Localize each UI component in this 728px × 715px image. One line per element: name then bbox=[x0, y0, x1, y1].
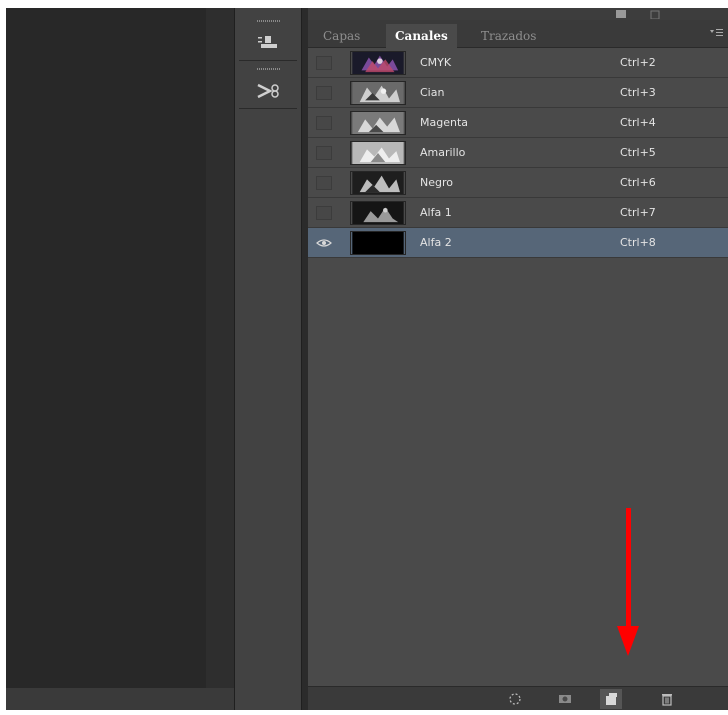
strip-separator bbox=[239, 60, 297, 61]
load-selection-icon[interactable] bbox=[504, 689, 526, 709]
annotation-arrow bbox=[617, 508, 639, 656]
channel-row-magenta[interactable]: Magenta Ctrl+4 bbox=[308, 108, 728, 138]
channel-thumbnail bbox=[350, 111, 406, 135]
channel-name: Negro bbox=[420, 176, 453, 189]
channel-name: CMYK bbox=[420, 56, 452, 69]
channel-shortcut: Ctrl+7 bbox=[620, 206, 656, 219]
visibility-toggle[interactable] bbox=[316, 146, 332, 160]
new-doc-icon[interactable] bbox=[614, 9, 628, 19]
panel-tabs: Capas Canales Trazados bbox=[308, 20, 728, 48]
visibility-toggle[interactable] bbox=[316, 176, 332, 190]
document-canvas[interactable] bbox=[6, 8, 206, 688]
visibility-toggle[interactable] bbox=[316, 86, 332, 100]
panel-dock-header bbox=[308, 8, 728, 20]
canvas-gutter bbox=[206, 8, 234, 688]
channel-shortcut: Ctrl+2 bbox=[620, 56, 656, 69]
save-selection-mask-icon[interactable] bbox=[554, 689, 576, 709]
visibility-toggle[interactable] bbox=[316, 206, 332, 220]
screenshot-border-top bbox=[0, 0, 728, 8]
channel-name: Alfa 1 bbox=[420, 206, 452, 219]
channel-thumbnail bbox=[350, 51, 406, 75]
channel-thumbnail bbox=[350, 81, 406, 105]
channel-thumbnail bbox=[350, 141, 406, 165]
panel-menu-icon[interactable] bbox=[708, 26, 724, 40]
channels-panel: Capas Canales Trazados CMYK Ctrl+2 Cian … bbox=[308, 8, 728, 710]
strip-grip[interactable] bbox=[257, 20, 281, 22]
channel-row-amarillo[interactable]: Amarillo Ctrl+5 bbox=[308, 138, 728, 168]
channel-name: Cian bbox=[420, 86, 445, 99]
tab-capas[interactable]: Capas bbox=[314, 24, 369, 48]
tab-canales[interactable]: Canales bbox=[386, 24, 457, 48]
visibility-toggle[interactable] bbox=[316, 116, 332, 130]
channel-shortcut: Ctrl+6 bbox=[620, 176, 656, 189]
channel-shortcut: Ctrl+3 bbox=[620, 86, 656, 99]
channel-row-alfa-1[interactable]: Alfa 1 Ctrl+7 bbox=[308, 198, 728, 228]
strip-separator bbox=[239, 108, 297, 109]
channel-row-cmyk[interactable]: CMYK Ctrl+2 bbox=[308, 48, 728, 78]
eye-icon[interactable] bbox=[316, 236, 332, 250]
new-channel-icon[interactable] bbox=[600, 689, 622, 709]
channel-thumbnail bbox=[350, 231, 406, 255]
tab-trazados[interactable]: Trazados bbox=[472, 24, 545, 48]
scissors-icon[interactable] bbox=[253, 78, 285, 104]
channel-options-icon[interactable] bbox=[253, 30, 285, 56]
channel-name: Magenta bbox=[420, 116, 469, 129]
strip-grip[interactable] bbox=[257, 68, 281, 70]
channel-shortcut: Ctrl+5 bbox=[620, 146, 656, 159]
screenshot-border-bottom bbox=[0, 710, 728, 715]
channel-shortcut: Ctrl+8 bbox=[620, 236, 656, 249]
delete-channel-icon[interactable] bbox=[656, 689, 678, 709]
channel-thumbnail bbox=[350, 201, 406, 225]
channel-name: Amarillo bbox=[420, 146, 466, 159]
visibility-toggle[interactable] bbox=[316, 56, 332, 70]
panel-footer bbox=[308, 686, 728, 710]
channel-name: Alfa 2 bbox=[420, 236, 452, 249]
channel-row-negro[interactable]: Negro Ctrl+6 bbox=[308, 168, 728, 198]
channel-shortcut: Ctrl+4 bbox=[620, 116, 656, 129]
channel-row-cian[interactable]: Cian Ctrl+3 bbox=[308, 78, 728, 108]
collapsed-panel-strip bbox=[234, 8, 302, 710]
channel-row-alfa-2[interactable]: Alfa 2 Ctrl+8 bbox=[308, 228, 728, 258]
channel-list: CMYK Ctrl+2 Cian Ctrl+3 Magenta Ctrl+4 A… bbox=[308, 48, 728, 258]
trash-icon[interactable] bbox=[648, 9, 662, 19]
channel-thumbnail bbox=[350, 171, 406, 195]
status-bar bbox=[6, 688, 234, 710]
